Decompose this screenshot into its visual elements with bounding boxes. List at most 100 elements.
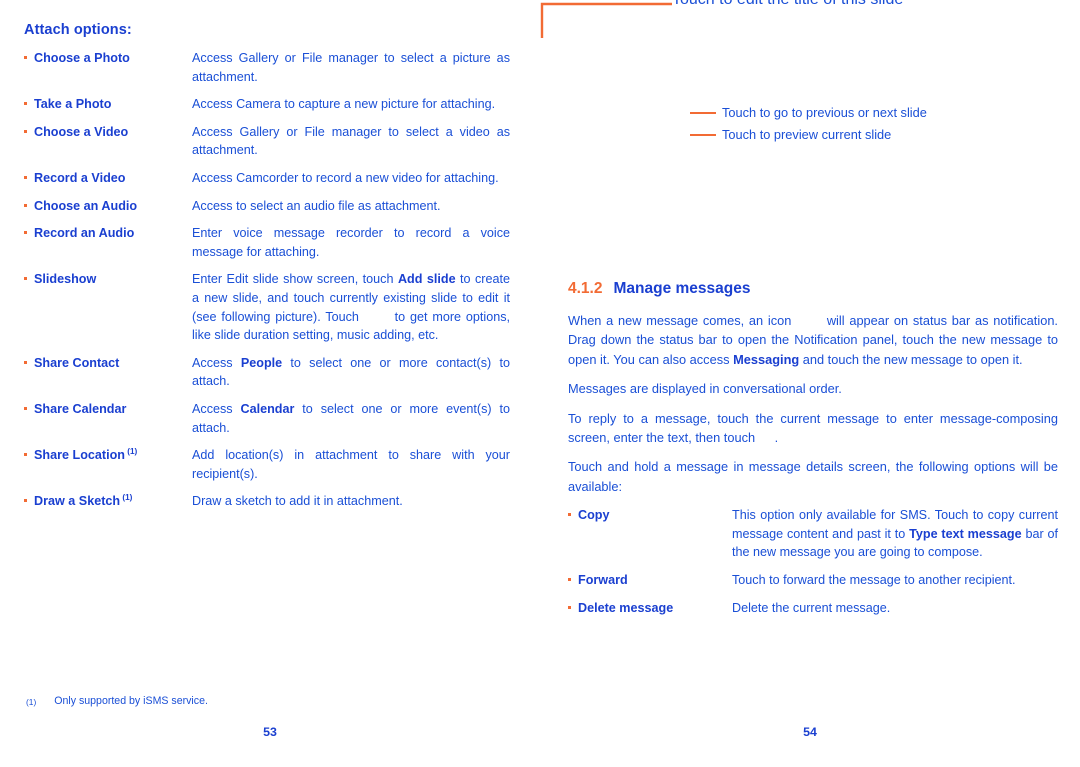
option-row: Delete message Delete the current message… — [568, 599, 1058, 618]
body-text: Messages are displayed in conversational… — [568, 381, 842, 397]
option-row: Share Calendar Access Calendar to select … — [24, 400, 510, 437]
option-description: Access Gallery or File manager to select… — [192, 123, 510, 160]
bullet-icon — [24, 197, 34, 207]
option-description: Add location(s) in attachment to share w… — [192, 446, 510, 483]
option-row: Record an Audio Enter voice message recor… — [24, 224, 510, 261]
option-row: Slideshow Enter Edit slide show screen, t… — [24, 270, 510, 344]
manual-page-spread: Attach options: Choose a Photo Access Gal… — [0, 0, 1080, 767]
option-term: Take a Photo — [34, 97, 112, 112]
option-description: Draw a sketch to add it in attachment. — [192, 492, 510, 511]
option-term: Choose a Video — [34, 124, 129, 139]
footnote-text: Only supported by iSMS service. — [54, 695, 208, 707]
option-description: Access Calendar to select one or more ev… — [192, 400, 510, 437]
bullet-icon — [568, 571, 578, 582]
option-row: Share Location (1) Add location(s) in att… — [24, 446, 510, 483]
page-left: Attach options: Choose a Photo Access Gal… — [0, 0, 540, 767]
option-term: Record a Video — [34, 170, 126, 185]
emphasis-term: Add slide — [397, 272, 456, 287]
paragraph: When a new message comes, an icon will a… — [568, 311, 1058, 369]
body-text: Enter Edit slide show screen, touch — [192, 272, 398, 287]
body-text: Access — [192, 355, 241, 370]
emphasis-term: People — [240, 355, 283, 370]
option-description: Access Camera to capture a new picture f… — [192, 95, 510, 114]
option-row: Forward Touch to forward the message to a… — [568, 571, 1058, 590]
option-description: Enter Edit slide show screen, touch Add … — [192, 270, 510, 344]
page-number-right: 54 — [803, 725, 817, 739]
paragraph: Messages are displayed in conversational… — [568, 379, 1058, 398]
section-title: Manage messages — [613, 280, 751, 297]
callout-label: Touch to edit the title of this slide — [672, 0, 903, 9]
option-row: Copy This option only available for SMS. … — [568, 506, 1058, 562]
option-term: Delete message — [578, 600, 674, 615]
emphasis-term: Type text message — [909, 526, 1022, 541]
body-text: Enter voice message recorder to record a… — [192, 226, 510, 259]
bullet-icon — [24, 446, 34, 457]
option-term: Slideshow — [34, 272, 97, 287]
option-description: Touch to forward the message to another … — [732, 571, 1058, 590]
page-right: Touch to go to previous or next slide To… — [540, 0, 1080, 767]
body-text: Touch to forward the message to another … — [732, 573, 1016, 588]
body-text: Add location(s) in attachment to share w… — [192, 448, 510, 481]
option-term: Forward — [578, 573, 628, 588]
option-description: Access Camcorder to record a new video f… — [192, 169, 510, 188]
option-row: Record a Video Access Camcorder to record… — [24, 169, 510, 188]
body-text: When a new message comes, an icon — [568, 313, 797, 328]
footnote-marker: (1) — [26, 697, 37, 707]
option-row: Choose a Video Access Gallery or File man… — [24, 123, 510, 160]
paragraph: Touch and hold a message in message deta… — [568, 457, 1058, 496]
section-heading-manage-messages: 4.1.2 Manage messages — [568, 280, 1058, 298]
manage-messages-body: When a new message comes, an icon will a… — [568, 311, 1058, 496]
option-row: Share Contact Access People to select one… — [24, 354, 510, 391]
bullet-icon — [24, 95, 34, 106]
body-text: To reply to a message, touch the current… — [568, 410, 1058, 446]
body-text: Touch and hold a message in message deta… — [568, 459, 1058, 494]
bullet-icon — [568, 506, 578, 517]
bullet-icon — [24, 49, 34, 59]
option-row: Choose an Audio Access to select an audio… — [24, 197, 510, 216]
option-description: Access People to select one or more cont… — [192, 354, 510, 391]
option-term: Share Location (1) — [34, 446, 138, 463]
option-description: Access to select an audio file as attach… — [192, 197, 510, 216]
bullet-icon — [24, 492, 34, 503]
body-text: Access Camcorder to record a new video f… — [192, 170, 499, 185]
emphasis-term: Messaging — [733, 351, 800, 367]
option-term: Choose an Audio — [34, 198, 138, 213]
bullet-icon — [24, 123, 34, 133]
option-term: Copy — [578, 508, 610, 523]
bullet-icon — [24, 270, 34, 281]
option-term: Share Calendar — [34, 401, 127, 416]
body-text: Draw a sketch to add it in attachment. — [192, 494, 403, 509]
footnote-reference: (1) — [124, 446, 138, 456]
bullet-icon — [24, 354, 34, 364]
option-description: Access Gallery or File manager to select… — [192, 49, 510, 86]
option-description: This option only available for SMS. Touc… — [732, 506, 1058, 562]
attach-options-list: Choose a Photo Access Gallery or File man… — [24, 49, 510, 511]
footnote-reference: (1) — [120, 493, 133, 503]
option-row: Choose a Photo Access Gallery or File man… — [24, 49, 510, 86]
body-text: and touch the new message to open it. — [799, 351, 1023, 367]
bullet-icon — [568, 599, 578, 609]
option-term: Share Contact — [34, 355, 120, 370]
slideshow-figure-spacer — [568, 22, 1058, 280]
body-text: Delete the current message. — [732, 600, 891, 615]
body-text: Access Camera to capture a new picture f… — [192, 97, 496, 112]
bullet-icon — [24, 224, 34, 235]
body-text: Access to select an audio file as attach… — [192, 198, 441, 213]
bullet-icon — [24, 169, 34, 179]
paragraph: To reply to a message, touch the current… — [568, 409, 1058, 448]
section-number: 4.1.2 — [568, 280, 603, 297]
emphasis-term: Calendar — [240, 401, 295, 416]
body-text: Access — [192, 401, 241, 416]
page-number-left: 53 — [263, 725, 277, 739]
bullet-icon — [24, 400, 34, 410]
option-row: Take a Photo Access Camera to capture a n… — [24, 95, 510, 114]
option-description: Enter voice message recorder to record a… — [192, 224, 510, 261]
option-term: Record an Audio — [34, 226, 135, 241]
option-description: Delete the current message. — [732, 599, 1058, 618]
option-term: Draw a Sketch (1) — [34, 493, 133, 509]
option-row: Draw a Sketch (1) Draw a sketch to add it… — [24, 492, 510, 511]
body-text: . — [774, 430, 779, 446]
body-text: Access Gallery or File manager to select… — [192, 124, 510, 158]
message-options-list: Copy This option only available for SMS. … — [568, 506, 1058, 617]
option-term: Choose a Photo — [34, 51, 130, 65]
